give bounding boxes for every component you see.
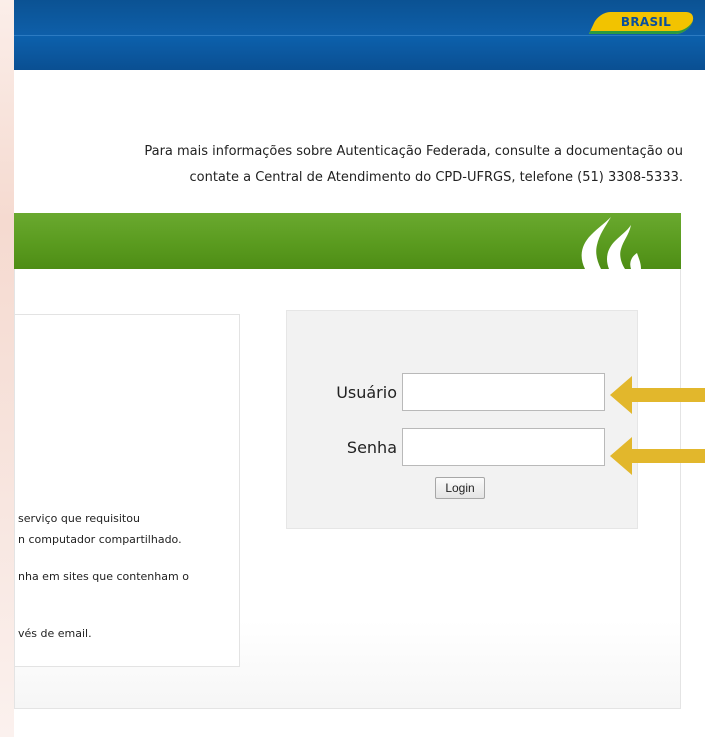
- arrow-left-icon: [610, 376, 705, 414]
- ufrgs-flame-icon: [581, 217, 641, 269]
- login-form: Usuário Senha Login: [286, 310, 638, 529]
- brasil-badge-label: BRASIL: [620, 15, 672, 29]
- ufrgs-header-bar: [14, 213, 681, 269]
- info-line-1: Para mais informações sobre Autenticação…: [144, 144, 683, 159]
- notice-box: serviço que requisitou n computador comp…: [15, 314, 240, 667]
- notice-line: nha em sites que contenham o: [18, 570, 189, 583]
- side-decoration: [0, 0, 14, 737]
- government-bar: BRASIL: [14, 0, 705, 70]
- username-label: Usuário: [336, 383, 397, 402]
- password-input[interactable]: [402, 428, 605, 466]
- login-button[interactable]: Login: [435, 477, 485, 499]
- notice-line: serviço que requisitou: [18, 512, 140, 525]
- info-line-2: contate a Central de Atendimento do CPD-…: [189, 170, 683, 185]
- password-label: Senha: [346, 438, 397, 457]
- federated-auth-info: Para mais informações sobre Autenticação…: [23, 139, 683, 191]
- username-input[interactable]: [402, 373, 605, 411]
- notice-line: n computador compartilhado.: [18, 533, 182, 546]
- arrow-left-icon: [610, 437, 705, 475]
- login-panel: serviço que requisitou n computador comp…: [14, 269, 681, 709]
- notice-line: vés de email.: [18, 627, 92, 640]
- brasil-badge[interactable]: BRASIL: [584, 12, 698, 36]
